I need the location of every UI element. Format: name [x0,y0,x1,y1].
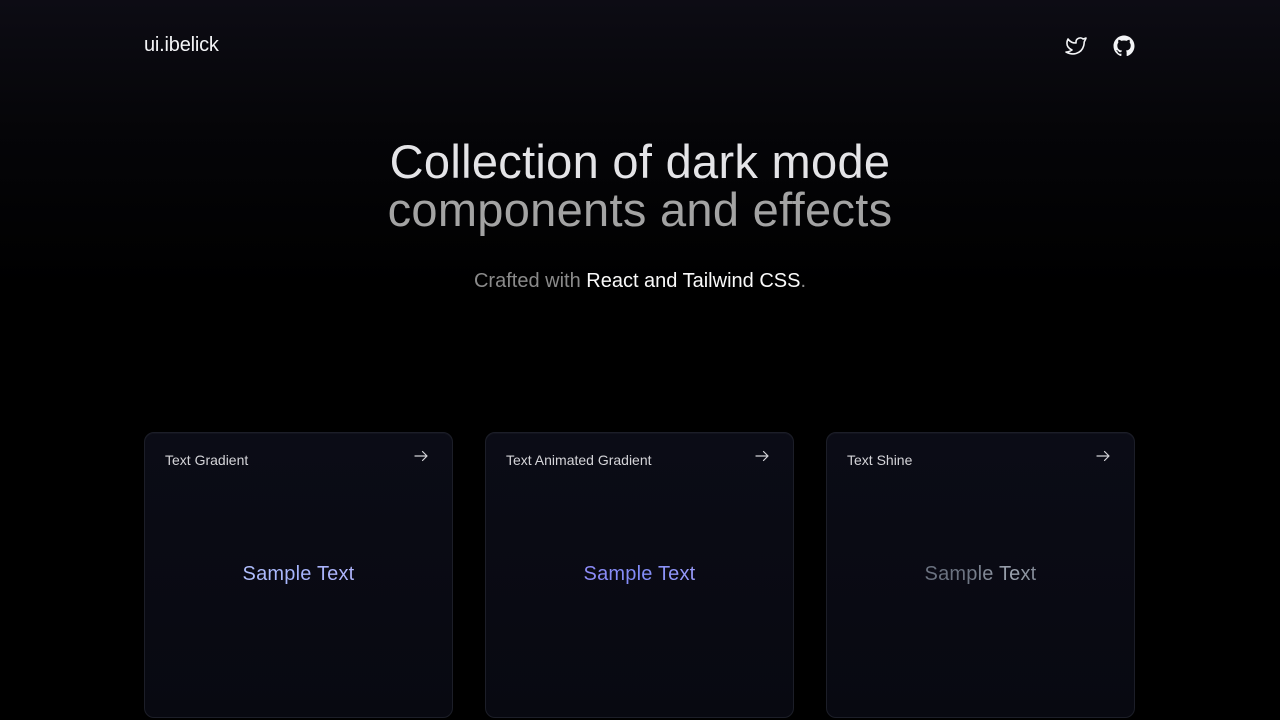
arrow-right-icon [1094,447,1112,465]
arrow-right-icon [753,447,771,465]
card-sample-text: Sample Text [145,563,452,586]
card-title: Text Shine [847,452,913,468]
card-title: Text Gradient [165,452,249,468]
card-title: Text Animated Gradient [506,452,652,468]
github-icon[interactable] [1112,34,1136,58]
hero-title-line2: components and effects [387,183,893,236]
card-text-gradient[interactable]: Text Gradient Sample Text [144,432,453,718]
card-sample-text: Sample Text [486,563,793,586]
component-cards: Text Gradient Sample Text Text Animated … [144,432,1136,718]
subtitle-prefix: Crafted with [473,270,587,292]
arrow-right-icon [412,447,430,465]
twitter-icon[interactable] [1064,34,1088,58]
site-header: ui.ibelick [0,0,1280,92]
card-sample-text: Sample Text [827,563,1134,586]
hero-title-line1: Collection of dark mode [389,135,891,188]
subtitle-highlight: React and Tailwind CSS [586,270,801,292]
card-text-animated-gradient[interactable]: Text Animated Gradient Sample Text [485,432,794,718]
hero-section: Collection of dark mode components and e… [0,138,1280,234]
subtitle-suffix: . [800,270,807,292]
hero-title: Collection of dark mode components and e… [0,138,1280,234]
hero-subtitle: Crafted with React and Tailwind CSS. [0,270,1280,293]
site-logo[interactable]: ui.ibelick [144,34,219,57]
social-links [1064,34,1136,58]
card-text-shine[interactable]: Text Shine Sample Text [826,432,1135,718]
